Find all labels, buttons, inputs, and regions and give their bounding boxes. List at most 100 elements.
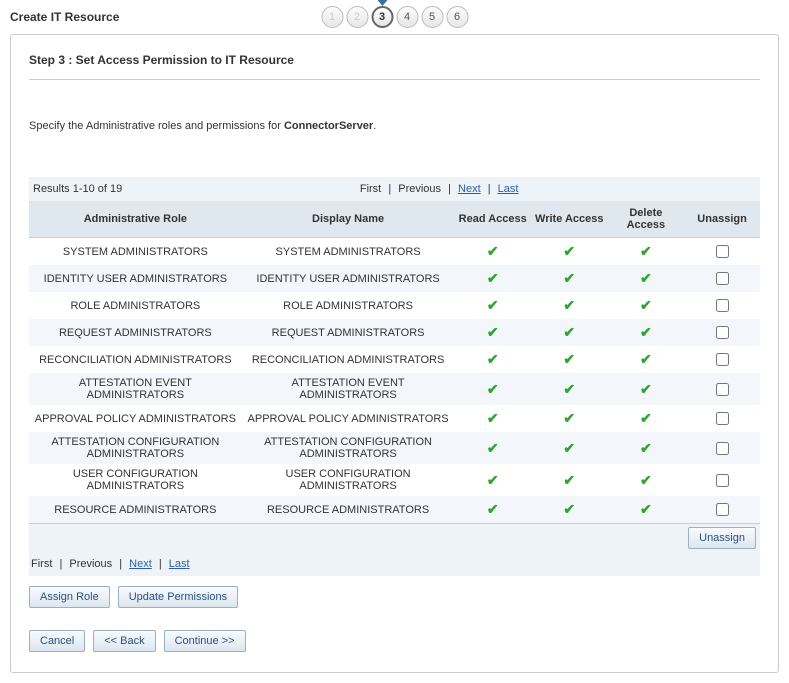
footer-spacer	[242, 524, 455, 553]
wizard-step-label: 5	[429, 11, 435, 23]
pager-bottom: First | Previous | Next | Last	[29, 552, 760, 576]
pager-sep: |	[384, 183, 395, 195]
cancel-button[interactable]: Cancel	[29, 630, 85, 652]
unassign-cell	[684, 292, 760, 319]
pager-sep: |	[155, 558, 166, 570]
check-icon: ✔	[487, 411, 499, 425]
wizard-step-label: 1	[329, 11, 335, 23]
wizard-step-3[interactable]: 3	[371, 6, 393, 28]
read-access-cell: ✔	[454, 496, 531, 524]
check-icon: ✔	[563, 502, 575, 516]
check-icon: ✔	[640, 298, 652, 312]
wizard-step-5[interactable]: 5	[421, 6, 443, 28]
permissions-table: Administrative Role Display Name Read Ac…	[29, 201, 760, 552]
pager-next-link[interactable]: Next	[129, 558, 152, 570]
delete-access-cell: ✔	[608, 373, 685, 405]
role-cell: ROLE ADMINISTRATORS	[29, 292, 242, 319]
role-cell: ATTESTATION EVENT ADMINISTRATORS	[29, 373, 242, 405]
unassign-checkbox[interactable]	[716, 299, 729, 312]
read-access-cell: ✔	[454, 432, 531, 464]
back-button[interactable]: << Back	[93, 630, 155, 652]
wizard-step-label: 2	[354, 11, 360, 23]
unassign-checkbox[interactable]	[716, 272, 729, 285]
check-icon: ✔	[563, 382, 575, 396]
pager-previous: Previous	[398, 183, 441, 195]
pager-sep: |	[484, 183, 495, 195]
results-count: Results 1-10 of 19	[33, 183, 122, 195]
display-name-cell: USER CONFIGURATION ADMINISTRATORS	[242, 464, 455, 496]
pager-next-link[interactable]: Next	[458, 183, 481, 195]
write-access-cell: ✔	[531, 432, 608, 464]
role-cell: SYSTEM ADMINISTRATORS	[29, 238, 242, 266]
instruction-bold: ConnectorServer	[284, 120, 373, 132]
footer-spacer	[608, 524, 685, 553]
wizard-step-6[interactable]: 6	[446, 6, 468, 28]
footer-spacer	[531, 524, 608, 553]
unassign-checkbox[interactable]	[716, 503, 729, 516]
wizard-step-2[interactable]: 2	[346, 6, 368, 28]
unassign-checkbox[interactable]	[716, 474, 729, 487]
display-name-cell: REQUEST ADMINISTRATORS	[242, 319, 455, 346]
unassign-checkbox[interactable]	[716, 326, 729, 339]
check-icon: ✔	[640, 382, 652, 396]
role-cell: RECONCILIATION ADMINISTRATORS	[29, 346, 242, 373]
wizard-step-label: 3	[379, 11, 385, 23]
continue-button[interactable]: Continue >>	[164, 630, 246, 652]
update-permissions-button[interactable]: Update Permissions	[118, 586, 238, 608]
delete-access-cell: ✔	[608, 292, 685, 319]
write-access-cell: ✔	[531, 346, 608, 373]
instruction-prefix: Specify the Administrative roles and per…	[29, 120, 284, 132]
unassign-checkbox[interactable]	[716, 442, 729, 455]
table-row: ATTESTATION CONFIGURATION ADMINISTRATORS…	[29, 432, 760, 464]
main-panel: Step 3 : Set Access Permission to IT Res…	[10, 34, 779, 673]
write-access-cell: ✔	[531, 292, 608, 319]
results-bar: Results 1-10 of 19 First | Previous | Ne…	[29, 177, 760, 201]
check-icon: ✔	[563, 441, 575, 455]
write-access-cell: ✔	[531, 265, 608, 292]
unassign-checkbox[interactable]	[716, 412, 729, 425]
unassign-checkbox[interactable]	[716, 353, 729, 366]
check-icon: ✔	[487, 473, 499, 487]
delete-access-cell: ✔	[608, 405, 685, 432]
unassign-cell	[684, 319, 760, 346]
check-icon: ✔	[640, 244, 652, 258]
table-row: ROLE ADMINISTRATORSROLE ADMINISTRATORS ✔ ✔…	[29, 292, 760, 319]
write-access-cell: ✔	[531, 319, 608, 346]
unassign-cell	[684, 496, 760, 524]
pager-top: First | Previous | Next | Last	[122, 183, 756, 195]
footer-spacer	[29, 524, 242, 553]
col-role-header: Administrative Role	[29, 201, 242, 238]
instruction-suffix: .	[373, 120, 376, 132]
pager-previous: Previous	[69, 558, 112, 570]
table-row: RESOURCE ADMINISTRATORSRESOURCE ADMINIST…	[29, 496, 760, 524]
nav-row: Cancel << Back Continue >>	[29, 630, 760, 652]
pager-last-link[interactable]: Last	[169, 558, 190, 570]
assign-role-button[interactable]: Assign Role	[29, 586, 110, 608]
display-name-cell: ROLE ADMINISTRATORS	[242, 292, 455, 319]
header: Create IT Resource 123456	[0, 0, 789, 24]
read-access-cell: ✔	[454, 464, 531, 496]
role-cell: REQUEST ADMINISTRATORS	[29, 319, 242, 346]
check-icon: ✔	[487, 352, 499, 366]
pager-last-link[interactable]: Last	[498, 183, 519, 195]
role-cell: RESOURCE ADMINISTRATORS	[29, 496, 242, 524]
delete-access-cell: ✔	[608, 265, 685, 292]
check-icon: ✔	[487, 382, 499, 396]
write-access-cell: ✔	[531, 373, 608, 405]
unassign-checkbox[interactable]	[716, 383, 729, 396]
delete-access-cell: ✔	[608, 238, 685, 266]
unassign-checkbox[interactable]	[716, 245, 729, 258]
check-icon: ✔	[640, 473, 652, 487]
footer-unassign-cell: Unassign	[684, 524, 760, 553]
unassign-cell	[684, 432, 760, 464]
action-row: Assign Role Update Permissions	[29, 586, 760, 608]
unassign-button[interactable]: Unassign	[688, 527, 756, 549]
display-name-cell: IDENTITY USER ADMINISTRATORS	[242, 265, 455, 292]
wizard-step-1[interactable]: 1	[321, 6, 343, 28]
display-name-cell: ATTESTATION EVENT ADMINISTRATORS	[242, 373, 455, 405]
read-access-cell: ✔	[454, 319, 531, 346]
check-icon: ✔	[563, 271, 575, 285]
pager-first: First	[360, 183, 381, 195]
wizard-step-4[interactable]: 4	[396, 6, 418, 28]
unassign-cell	[684, 405, 760, 432]
